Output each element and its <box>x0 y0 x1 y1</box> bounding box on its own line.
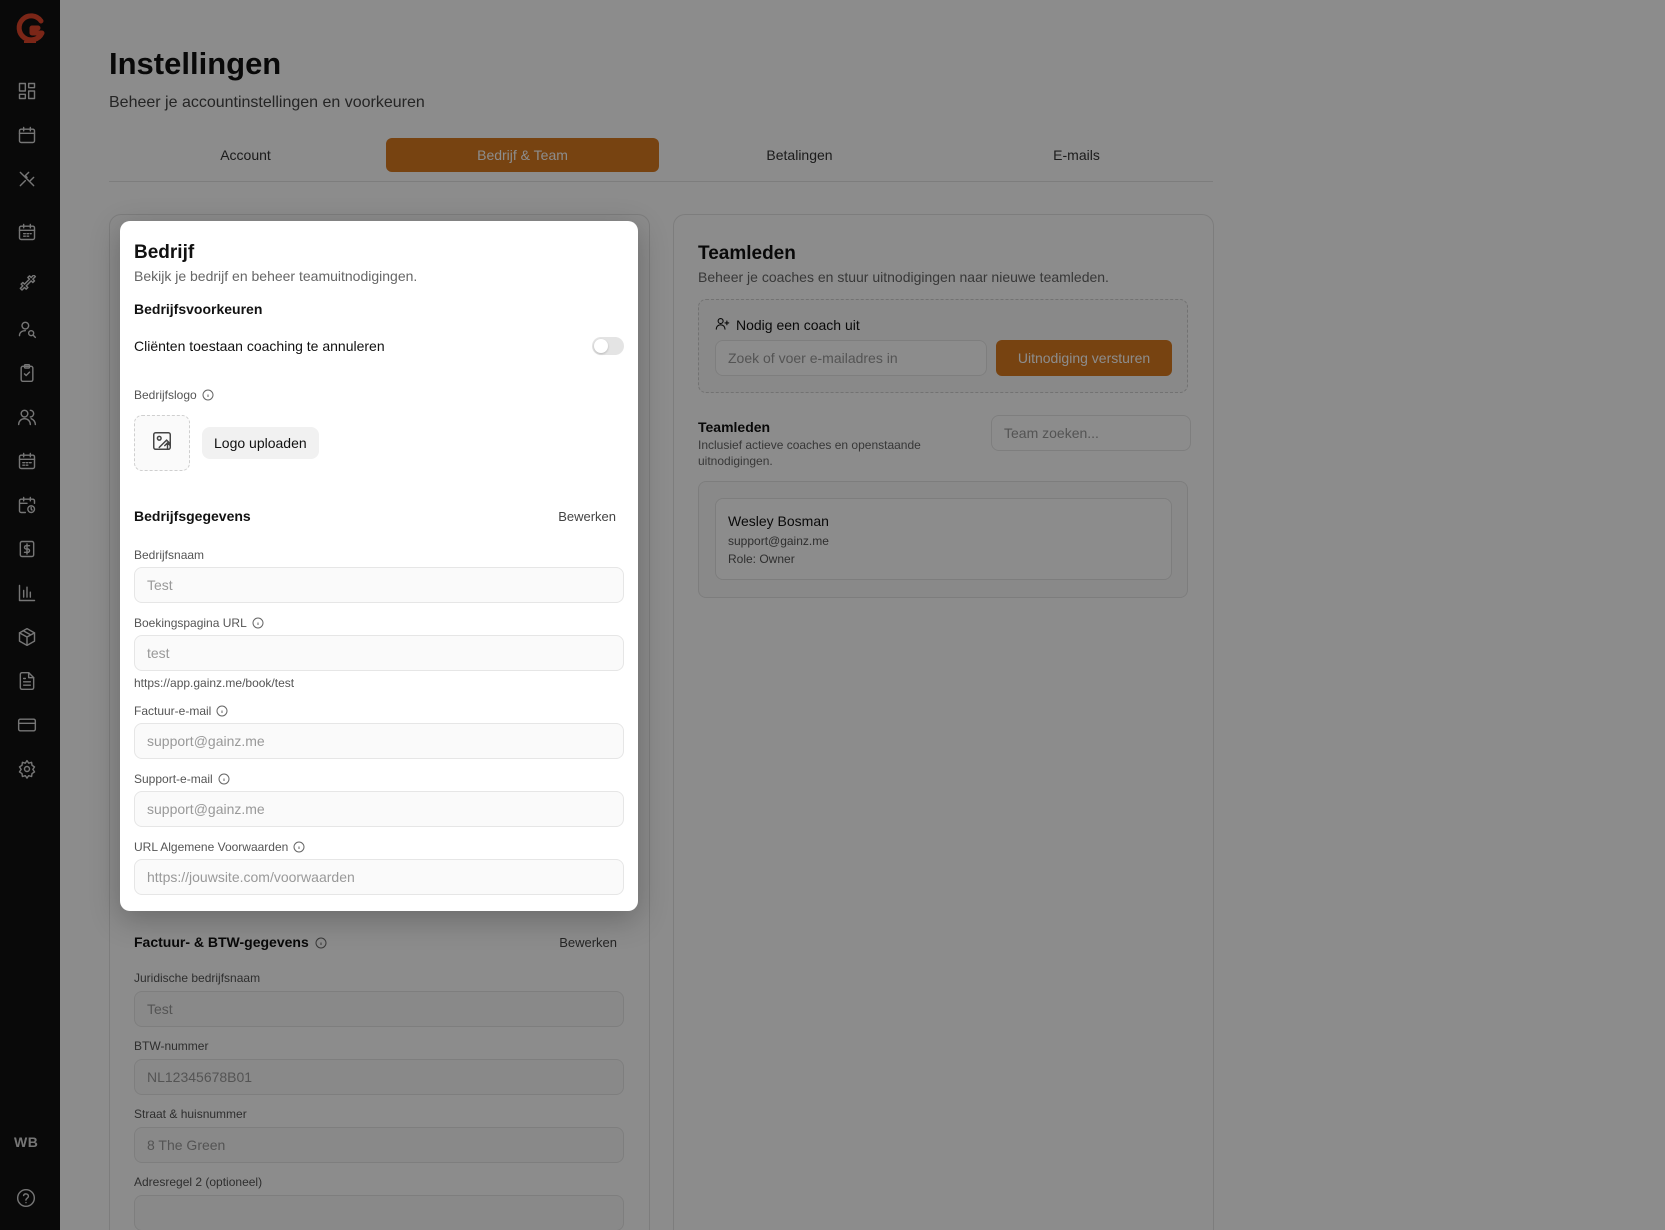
details-edit-button[interactable]: Bewerken <box>558 509 616 524</box>
info-icon[interactable] <box>293 841 305 853</box>
company-modal: Bedrijf Bekijk je bedrijf en beheer team… <box>120 221 638 911</box>
booking-url-hint: https://app.gainz.me/book/test <box>134 676 295 690</box>
support-email-label: Support-e-mail <box>134 772 230 786</box>
image-upload-icon <box>151 430 173 457</box>
invoice-email-field[interactable]: support@gainz.me <box>134 723 624 759</box>
info-icon[interactable] <box>252 617 264 629</box>
info-icon[interactable] <box>202 389 214 401</box>
terms-url-field[interactable]: https://jouwsite.com/voorwaarden <box>134 859 624 895</box>
terms-url-label: URL Algemene Voorwaarden <box>134 840 305 854</box>
info-icon[interactable] <box>216 705 228 717</box>
details-title: Bedrijfsgegevens <box>134 508 251 524</box>
invoice-email-label: Factuur-e-mail <box>134 704 228 718</box>
logo-placeholder[interactable] <box>134 415 190 471</box>
company-name-label: Bedrijfsnaam <box>134 548 205 562</box>
logo-label: Bedrijfslogo <box>134 388 214 402</box>
cancel-toggle-label: Cliënten toestaan coaching te annuleren <box>134 338 385 354</box>
support-email-field[interactable]: support@gainz.me <box>134 791 624 827</box>
prefs-title: Bedrijfsvoorkeuren <box>134 301 263 317</box>
company-title: Bedrijf <box>134 242 195 263</box>
company-name-field[interactable]: Test <box>134 567 624 603</box>
company-subtitle: Bekijk je bedrijf en beheer teamuitnodig… <box>134 268 418 284</box>
cancel-coaching-toggle[interactable] <box>592 337 624 355</box>
booking-url-label: Boekingspagina URL <box>134 616 264 630</box>
info-icon[interactable] <box>218 773 230 785</box>
upload-logo-button[interactable]: Logo uploaden <box>202 427 319 459</box>
booking-url-field[interactable]: test <box>134 635 624 671</box>
